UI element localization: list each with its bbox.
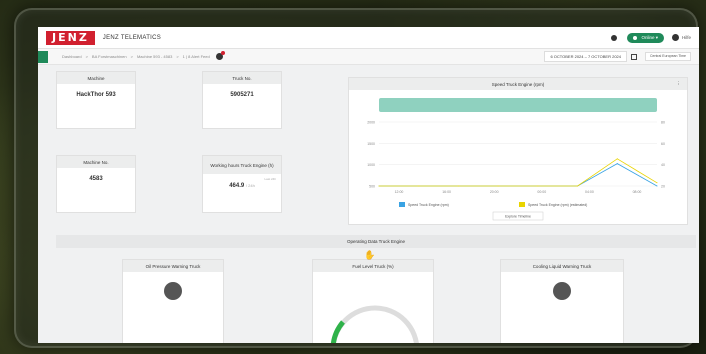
card-title: Working hours Truck Engine (h) — [203, 156, 281, 174]
y-tick-label-right: 80 — [661, 121, 665, 125]
data-point — [616, 163, 618, 165]
explore-timeline-label: Explore Timeline — [505, 215, 531, 219]
chart-header: Speed Truck Engine (rpm) ⋮ — [349, 78, 687, 90]
data-point — [378, 185, 380, 187]
breadcrumb-item[interactable]: 1 | 8 Alert Feed — [183, 54, 210, 59]
breadcrumb-item[interactable]: Machine 593 - 4583 — [137, 54, 172, 59]
data-point — [616, 158, 618, 160]
x-tick-label: 12:00 — [395, 190, 404, 194]
help-label[interactable]: Hilfe — [682, 35, 691, 40]
card-title: Fuel Level Truck (%) — [313, 260, 433, 272]
calendar-icon[interactable] — [631, 53, 637, 60]
breadcrumb-item[interactable]: BA Forstmaschinen — [92, 54, 127, 59]
y-tick-label-right: 40 — [661, 163, 665, 167]
breadcrumb-item[interactable]: Dashboard — [62, 54, 82, 59]
help-icon[interactable] — [671, 34, 679, 41]
x-tick-label: 16:00 — [442, 190, 451, 194]
hand-cursor-icon: ✋ — [364, 250, 376, 260]
x-tick-label: 08:00 — [633, 190, 642, 194]
machine-no-card: Machine No. 4583 — [56, 155, 136, 213]
status-indicator-icon — [164, 282, 182, 300]
notification-icon[interactable] — [611, 34, 618, 41]
alert-icon[interactable] — [215, 51, 225, 60]
legend-label: Speed Truck Engine (rpm) (estimated) — [528, 203, 587, 207]
x-tick-label: 00:00 — [537, 190, 546, 194]
menu-toggle-button[interactable] — [38, 50, 48, 63]
speed-chart-panel: Speed Truck Engine (rpm) ⋮ 2000 80 1500 60 1… — [348, 77, 688, 225]
y-tick-label-right: 20 — [661, 185, 665, 189]
chart-title: Speed Truck Engine (rpm) — [491, 81, 545, 87]
bottom-card-cooling-liquid: Cooling Liquid Warning Truck — [500, 259, 624, 343]
card-title: Truck No. — [203, 72, 281, 84]
chart-menu-icon[interactable]: ⋮ — [677, 81, 682, 87]
bottom-card-oil-pressure: Oil Pressure Warning Truck — [122, 259, 224, 343]
card-title: Oil Pressure Warning Truck — [123, 260, 223, 272]
app-title: JENZ TELEMATICS — [102, 34, 162, 41]
y-tick-label: 500 — [369, 185, 375, 189]
card-value-row: 464.9 / 24h — [203, 183, 281, 189]
card-value: 464.9 — [229, 183, 245, 189]
card-value: 5905271 — [230, 92, 254, 98]
y-tick-label: 1000 — [367, 163, 375, 167]
card-unit: / 24h — [245, 183, 255, 188]
data-point — [418, 185, 420, 187]
alert-badge — [220, 51, 225, 55]
breadcrumb: Dashboard > BA Forstmaschinen > Machine … — [62, 54, 210, 59]
legend-swatch — [519, 202, 525, 207]
card-title: Machine No. — [57, 156, 135, 168]
breadcrumb-separator: > — [130, 54, 133, 59]
card-value: HackThor 593 — [76, 92, 116, 98]
top-bar: JENZ JENZ TELEMATICS Online ▾ Hilfe — [38, 27, 699, 49]
series-line — [379, 158, 658, 187]
y-tick-label-right: 60 — [661, 142, 665, 146]
data-point — [656, 182, 658, 184]
status-label: Online ▾ — [641, 34, 658, 40]
timezone-select[interactable]: Central European Time — [645, 52, 691, 61]
card-subtext: Last 24h — [264, 177, 276, 181]
breadcrumb-separator: > — [85, 54, 88, 59]
x-tick-label: 04:00 — [585, 190, 594, 194]
working-hours-card: Working hours Truck Engine (h) Last 24h … — [202, 155, 282, 213]
sub-bar: Dashboard > BA Forstmaschinen > Machine … — [38, 49, 699, 65]
series-line — [379, 163, 658, 187]
data-point — [577, 185, 579, 187]
x-tick-label: 20:00 — [490, 190, 499, 194]
data-point — [537, 185, 539, 187]
y-tick-label: 2000 — [367, 121, 375, 125]
bottom-card-fuel-level: Fuel Level Truck (%) — [312, 259, 434, 343]
timeline-band — [379, 98, 657, 112]
section-header: Operating Data Truck Engine — [56, 235, 696, 248]
app-screen: JENZ JENZ TELEMATICS Online ▾ Hilfe Dash… — [38, 27, 699, 343]
legend-label: Speed Truck Engine (rpm) — [408, 203, 449, 207]
data-point — [497, 185, 499, 187]
machine-card: Machine HackThor 593 — [56, 71, 136, 129]
data-point — [656, 185, 658, 187]
date-range-picker[interactable]: 6 OCTOBER 2024 – 7 OCTOBER 2024 — [544, 51, 627, 62]
data-point — [457, 185, 459, 187]
status-dropdown[interactable]: Online ▾ — [627, 32, 664, 43]
legend-swatch — [399, 202, 405, 207]
y-tick-label: 1500 — [367, 142, 375, 146]
card-title: Machine — [57, 72, 135, 84]
breadcrumb-separator: > — [176, 54, 179, 59]
fuel-gauge — [330, 305, 419, 343]
status-dot-icon — [633, 35, 638, 40]
card-title: Cooling Liquid Warning Truck — [501, 260, 623, 272]
status-indicator-icon — [553, 282, 571, 300]
truck-card: Truck No. 5905271 — [202, 71, 282, 129]
jenz-logo: JENZ — [46, 30, 95, 45]
card-value: 4583 — [89, 176, 103, 182]
speed-chart[interactable]: 2000 80 1500 60 1000 40 500 20 12:00 16:00 20:00 00… — [349, 90, 687, 224]
